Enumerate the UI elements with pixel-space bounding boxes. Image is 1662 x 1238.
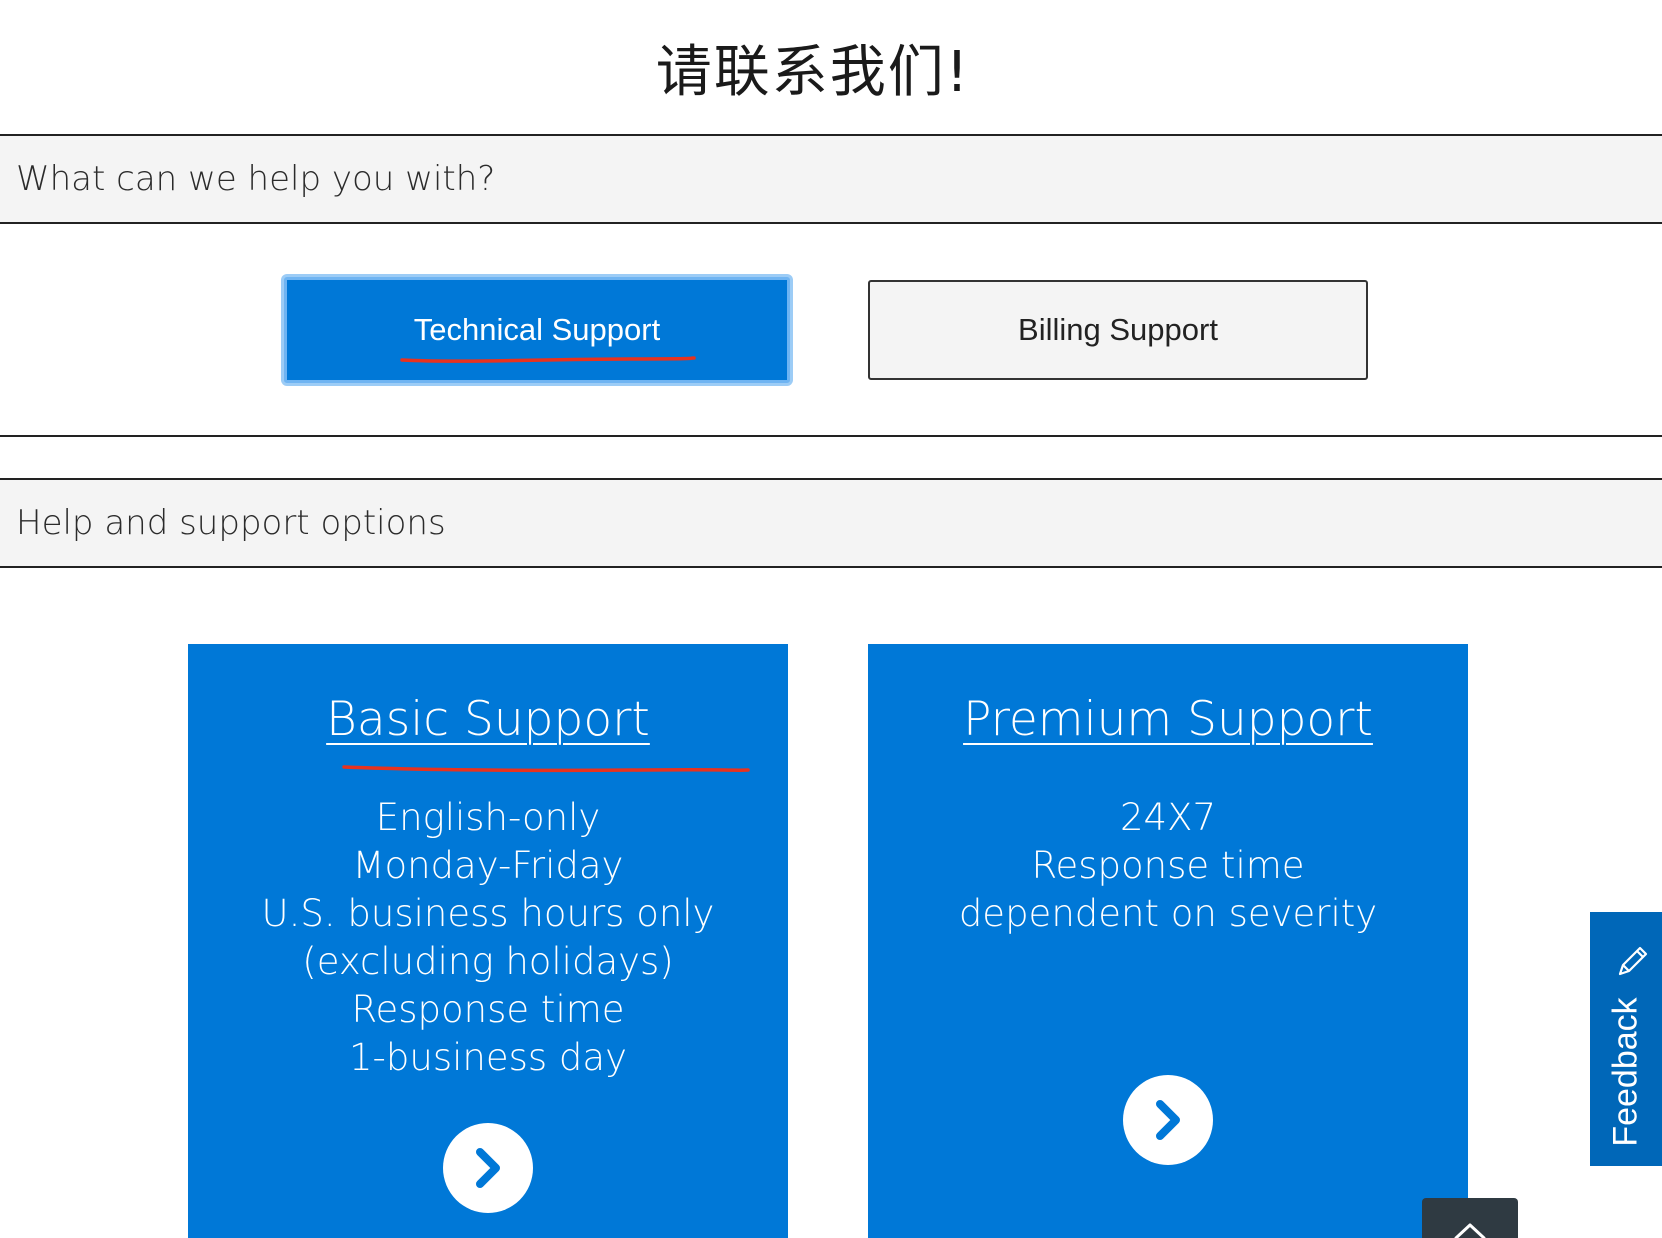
card-detail-line: (excluding holidays) — [302, 940, 674, 983]
chevron-right-icon — [476, 1148, 500, 1188]
billing-support-button[interactable]: Billing Support — [868, 280, 1368, 380]
help-section-heading: What can we help you with? — [0, 134, 1662, 224]
billing-support-label: Billing Support — [1018, 312, 1218, 347]
technical-support-label: Technical Support — [413, 312, 661, 347]
card-detail-line: Response time — [351, 988, 625, 1031]
premium-support-details: 24X7 Response time dependent on severity — [868, 794, 1468, 938]
pencil-icon — [1618, 946, 1648, 976]
basic-support-details: English-only Monday-Friday U.S. business… — [188, 794, 788, 1082]
chevron-right-icon — [1156, 1100, 1180, 1140]
card-detail-line: English-only — [375, 796, 601, 839]
feedback-label: Feedback — [1606, 997, 1645, 1147]
card-detail-line: U.S. business hours only — [261, 892, 715, 935]
feedback-tab[interactable]: Feedback — [1590, 912, 1662, 1166]
support-options-heading: Help and support options — [0, 478, 1662, 568]
page-title: 请联系我们! — [655, 39, 971, 105]
card-detail-line: 1-business day — [349, 1036, 627, 1079]
section-divider — [0, 435, 1662, 437]
basic-support-go-button[interactable] — [443, 1123, 533, 1213]
card-detail-line: Monday-Friday — [352, 844, 624, 887]
card-detail-line: dependent on severity — [958, 892, 1378, 935]
card-detail-line: 24X7 — [1120, 796, 1216, 839]
card-detail-line: Response time — [1031, 844, 1305, 887]
basic-support-card[interactable]: Basic Support English-only Monday-Friday… — [188, 644, 788, 1238]
chevron-up-icon — [1454, 1223, 1486, 1238]
scroll-to-top-button[interactable] — [1422, 1198, 1518, 1238]
premium-support-card[interactable]: Premium Support 24X7 Response time depen… — [868, 644, 1468, 1238]
premium-support-link[interactable]: Premium Support — [868, 692, 1468, 747]
premium-support-go-button[interactable] — [1123, 1075, 1213, 1165]
technical-support-button[interactable]: Technical Support — [284, 277, 790, 383]
basic-support-link[interactable]: Basic Support — [188, 692, 788, 747]
